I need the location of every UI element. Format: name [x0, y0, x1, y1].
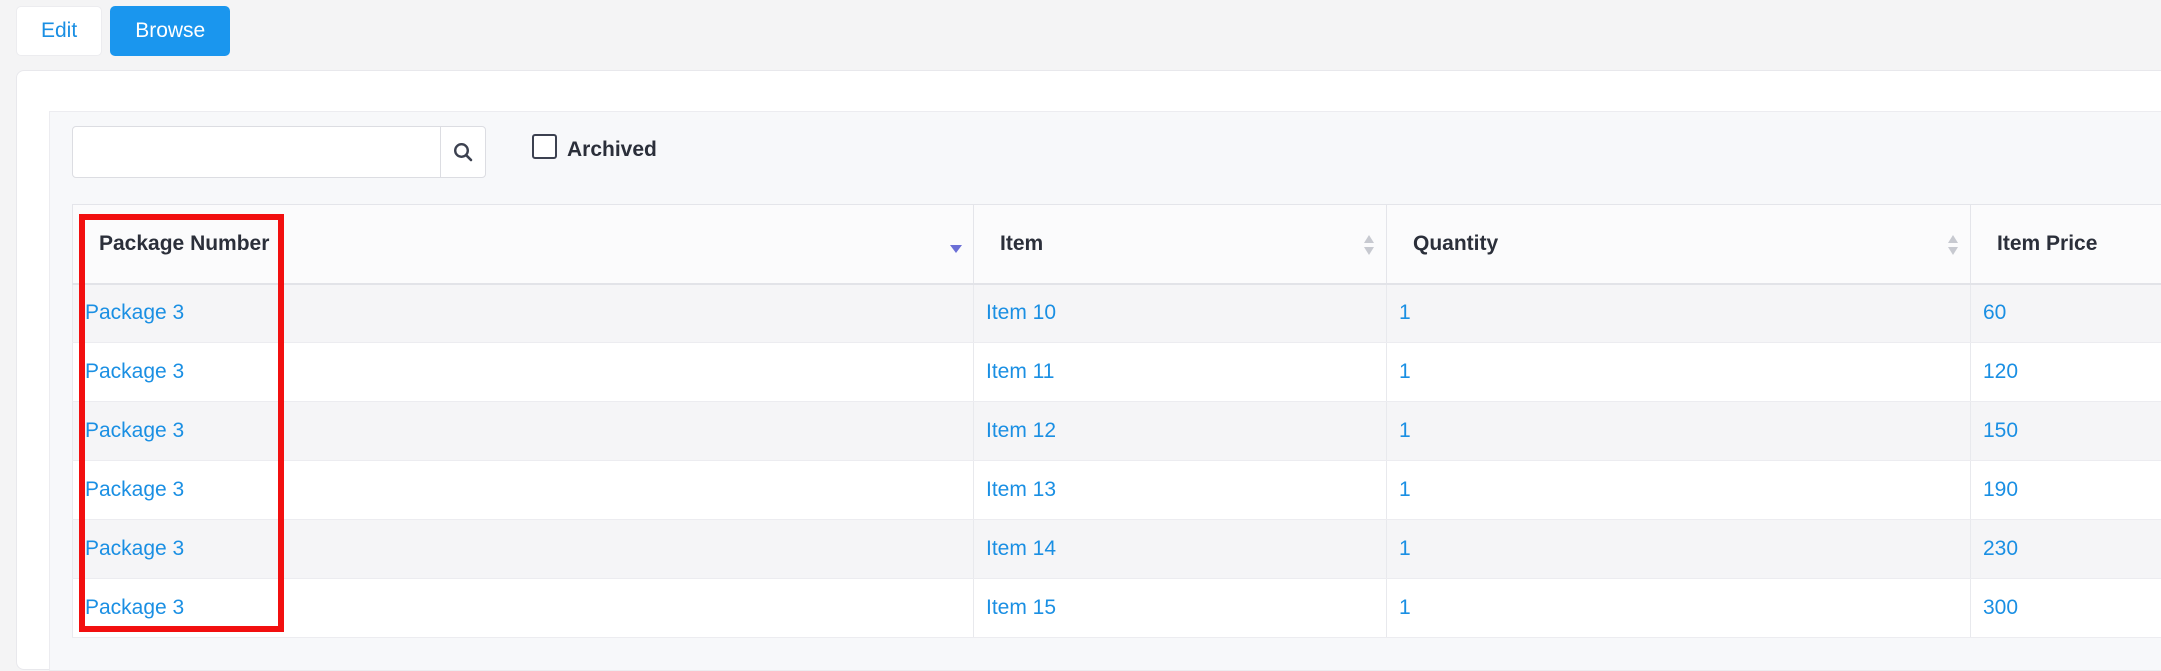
table-row[interactable]: Package 3 Item 15 1 300: [73, 579, 2161, 638]
cell-quantity[interactable]: 1: [1387, 402, 1971, 461]
edit-button[interactable]: Edit: [16, 6, 102, 56]
cell-item[interactable]: Item 12: [974, 402, 1387, 461]
quantity-link[interactable]: 1: [1399, 419, 1411, 442]
toolbar: Archived: [72, 126, 657, 178]
cell-item[interactable]: Item 11: [974, 343, 1387, 402]
column-header-package-number[interactable]: Package Number: [73, 205, 974, 284]
package-link[interactable]: Package 3: [85, 419, 184, 442]
quantity-link[interactable]: 1: [1399, 301, 1411, 324]
search-input[interactable]: [73, 127, 440, 177]
item-link[interactable]: Item 13: [986, 478, 1056, 501]
cell-quantity[interactable]: 1: [1387, 284, 1971, 343]
cell-quantity[interactable]: 1: [1387, 520, 1971, 579]
price-link[interactable]: 230: [1983, 537, 2018, 560]
sort-desc-icon[interactable]: [949, 231, 963, 259]
cell-item[interactable]: Item 15: [974, 579, 1387, 638]
package-link[interactable]: Package 3: [85, 360, 184, 383]
cell-package-number[interactable]: Package 3: [73, 284, 974, 343]
table-row[interactable]: Package 3 Item 11 1 120: [73, 343, 2161, 402]
package-link[interactable]: Package 3: [85, 596, 184, 619]
item-link[interactable]: Item 10: [986, 301, 1056, 324]
cell-item[interactable]: Item 14: [974, 520, 1387, 579]
cell-quantity[interactable]: 1: [1387, 343, 1971, 402]
item-link[interactable]: Item 11: [986, 360, 1054, 383]
cell-item-price[interactable]: 230: [1971, 520, 2161, 579]
view-toggle: Edit Browse: [16, 6, 230, 56]
sort-both-icon[interactable]: [1362, 231, 1376, 259]
table-row[interactable]: Package 3 Item 12 1 150: [73, 402, 2161, 461]
price-link[interactable]: 120: [1983, 360, 2018, 383]
column-header-quantity[interactable]: Quantity: [1387, 205, 1971, 284]
cell-quantity[interactable]: 1: [1387, 579, 1971, 638]
cell-item[interactable]: Item 13: [974, 461, 1387, 520]
price-link[interactable]: 150: [1983, 419, 2018, 442]
browse-button[interactable]: Browse: [110, 6, 230, 56]
column-header-label: Quantity: [1413, 232, 1498, 255]
price-link[interactable]: 190: [1983, 478, 2018, 501]
cell-package-number[interactable]: Package 3: [73, 520, 974, 579]
quantity-link[interactable]: 1: [1399, 537, 1411, 560]
table-header-row: Package Number Item: [73, 205, 2161, 284]
data-table-wrap: Package Number Item: [72, 204, 2161, 638]
sort-both-icon[interactable]: [1946, 231, 1960, 259]
package-link[interactable]: Package 3: [85, 301, 184, 324]
cell-item-price[interactable]: 150: [1971, 402, 2161, 461]
quantity-link[interactable]: 1: [1399, 360, 1411, 383]
search-button[interactable]: [440, 127, 485, 177]
cell-item-price[interactable]: 120: [1971, 343, 2161, 402]
cell-item[interactable]: Item 10: [974, 284, 1387, 343]
table-row[interactable]: Package 3 Item 10 1 60: [73, 284, 2161, 343]
column-header-item[interactable]: Item: [974, 205, 1387, 284]
column-header-label: Item Price: [1997, 232, 2097, 255]
package-link[interactable]: Package 3: [85, 537, 184, 560]
column-header-item-price[interactable]: Item Price: [1971, 205, 2161, 284]
table-row[interactable]: Package 3 Item 14 1 230: [73, 520, 2161, 579]
column-header-label: Item: [1000, 232, 1043, 255]
archived-label: Archived: [567, 138, 657, 162]
column-header-label: Package Number: [99, 232, 269, 255]
package-link[interactable]: Package 3: [85, 478, 184, 501]
item-link[interactable]: Item 15: [986, 596, 1056, 619]
archived-checkbox[interactable]: [532, 134, 557, 159]
cell-package-number[interactable]: Package 3: [73, 343, 974, 402]
search-box: [72, 126, 486, 178]
cell-item-price[interactable]: 190: [1971, 461, 2161, 520]
data-table: Package Number Item: [72, 204, 2161, 638]
cell-package-number[interactable]: Package 3: [73, 461, 974, 520]
cell-item-price[interactable]: 300: [1971, 579, 2161, 638]
browse-panel: Archived Package Number: [49, 111, 2161, 671]
price-link[interactable]: 60: [1983, 301, 2006, 324]
cell-package-number[interactable]: Package 3: [73, 402, 974, 461]
item-link[interactable]: Item 12: [986, 419, 1056, 442]
search-icon: [453, 142, 473, 162]
quantity-link[interactable]: 1: [1399, 596, 1411, 619]
table-row[interactable]: Package 3 Item 13 1 190: [73, 461, 2161, 520]
item-link[interactable]: Item 14: [986, 537, 1056, 560]
archived-filter: Archived: [532, 138, 657, 162]
price-link[interactable]: 300: [1983, 596, 2018, 619]
content-card: Archived Package Number: [16, 70, 2161, 670]
cell-package-number[interactable]: Package 3: [73, 579, 974, 638]
quantity-link[interactable]: 1: [1399, 478, 1411, 501]
cell-quantity[interactable]: 1: [1387, 461, 1971, 520]
cell-item-price[interactable]: 60: [1971, 284, 2161, 343]
